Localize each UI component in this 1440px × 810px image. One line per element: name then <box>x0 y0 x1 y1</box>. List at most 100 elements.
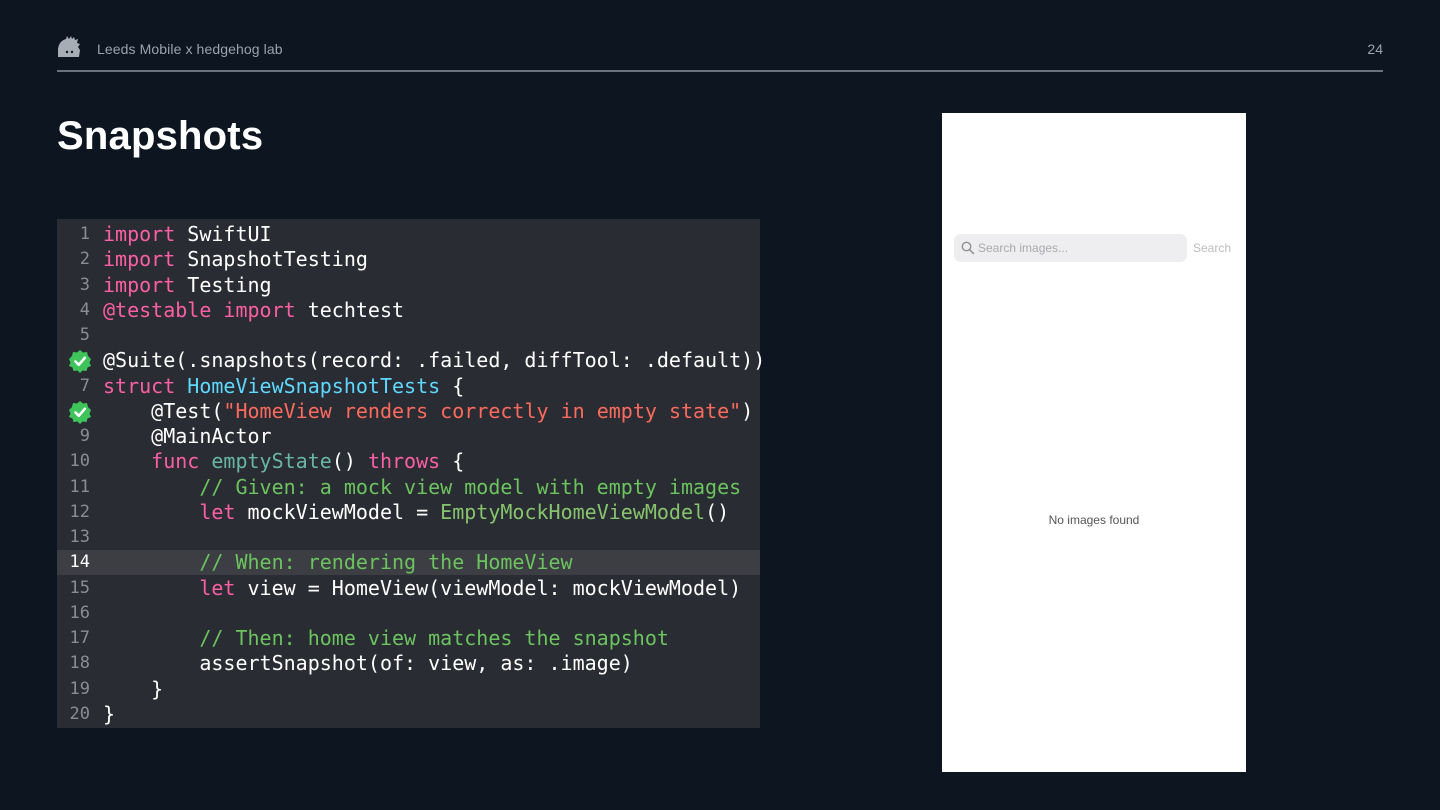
line-number: 3 <box>79 274 90 295</box>
code-text: @Suite(.snapshots(record: .failed, diffT… <box>103 348 765 373</box>
code-line: 9 @MainActor <box>57 424 760 449</box>
magnifier-icon <box>961 241 975 255</box>
code-line: @Suite(.snapshots(record: .failed, diffT… <box>57 348 765 374</box>
search-button[interactable]: Search <box>1193 241 1231 255</box>
code-text: assertSnapshot(of: view, as: .image) <box>103 651 633 676</box>
header-divider <box>57 70 1383 72</box>
page-number: 24 <box>1367 41 1383 57</box>
code-line: 4 @testable import techtest <box>57 298 760 323</box>
code-token: () <box>705 499 730 524</box>
code-line: 1 import SwiftUI <box>57 222 760 247</box>
line-number: 5 <box>79 325 90 345</box>
header-title: Leeds Mobile x hedgehog lab <box>97 41 283 57</box>
code-token: SnapshotTesting <box>175 247 368 272</box>
code-token: EmptyMockHomeViewModel <box>440 499 706 524</box>
code-text: func emptyState() throws { <box>103 449 464 474</box>
code-line: 14 // When: rendering the HomeView <box>57 550 760 576</box>
line-number: 2 <box>79 249 90 270</box>
code-line: 13 <box>57 525 760 550</box>
code-token: // When: rendering the HomeView <box>199 550 573 575</box>
code-line: 2 import SnapshotTesting <box>57 247 760 272</box>
code-token: techtest <box>295 297 405 322</box>
code-token: @testable <box>103 297 212 322</box>
code-line: 7 struct HomeViewSnapshotTests { <box>57 374 760 399</box>
code-token: throws <box>367 449 441 474</box>
search-placeholder: Search images... <box>978 241 1069 255</box>
code-token: mockViewModel = <box>235 499 441 524</box>
line-number: 13 <box>69 527 90 547</box>
code-line: 19 } <box>57 677 760 702</box>
code-token: func <box>151 449 200 474</box>
code-editor-panel: 1 import SwiftUI 2 import SnapshotTesting 3 i… <box>57 219 765 728</box>
line-number: 14 <box>69 552 90 573</box>
code-text: // Given: a mock view model with empty i… <box>103 475 741 500</box>
code-text: @testable import techtest <box>103 298 404 323</box>
test-passed-checkmark-icon[interactable] <box>68 400 92 424</box>
line-number: 20 <box>69 703 90 724</box>
code-text: let view = HomeView(viewModel: mockViewM… <box>103 576 741 601</box>
code-line: 15 let view = HomeView(viewModel: mockVi… <box>57 576 760 601</box>
code-text: // When: rendering the HomeView <box>103 550 573 575</box>
code-text: import Testing <box>103 273 272 298</box>
code-text: @MainActor <box>103 424 271 449</box>
code-token: Testing <box>175 272 272 297</box>
line-number: 10 <box>69 451 90 472</box>
code-line: 17 // Then: home view matches the snapsh… <box>57 626 760 651</box>
empty-state-message: No images found <box>1048 513 1140 527</box>
line-number: 1 <box>79 224 90 244</box>
code-text: @Test("HomeView renders correctly in emp… <box>103 399 753 424</box>
code-token: } <box>103 676 164 701</box>
code-token: { <box>440 373 465 398</box>
search-input[interactable]: Search images... <box>954 234 1187 262</box>
code-token: import <box>223 297 296 322</box>
code-token: struct <box>103 373 176 398</box>
code-token: SwiftUI <box>175 222 272 246</box>
code-line: 18 assertSnapshot(of: view, as: .image) <box>57 651 760 676</box>
code-token: let <box>199 499 236 524</box>
code-line: 20} <box>57 702 760 727</box>
code-text: } <box>103 702 115 727</box>
line-number: 18 <box>69 653 90 674</box>
code-token: import <box>103 222 176 246</box>
test-passed-checkmark-icon[interactable] <box>68 349 92 374</box>
code-token: } <box>103 701 116 726</box>
line-number: 17 <box>69 628 90 648</box>
code-token: import <box>103 272 176 297</box>
code-token: // Then: home view matches the snapshot <box>199 626 669 650</box>
code-text: import SwiftUI <box>103 222 272 247</box>
line-number: 19 <box>69 678 90 699</box>
code-line: 5 <box>57 323 760 348</box>
line-number: 7 <box>79 375 90 396</box>
code-line: 3 import Testing <box>57 273 760 298</box>
code-token: // Given: a mock view model with empty i… <box>199 474 742 499</box>
code-token: () <box>331 449 368 474</box>
line-number: 15 <box>69 577 90 598</box>
code-token: @Suite(.snapshots(record: .failed, diffT… <box>103 348 766 373</box>
code-line: 11 // Given: a mock view model with empt… <box>57 475 760 500</box>
code-token: view = HomeView(viewModel: mockViewModel… <box>235 575 742 600</box>
line-number: 4 <box>79 299 90 320</box>
code-line: @Test("HomeView renders correctly in emp… <box>57 399 760 424</box>
code-token: "HomeView renders correctly in empty sta… <box>223 398 742 423</box>
code-text: import SnapshotTesting <box>103 247 368 272</box>
code-text: // Then: home view matches the snapshot <box>103 626 669 651</box>
code-token: assertSnapshot(of: view, as: .image) <box>103 651 633 676</box>
line-number: 11 <box>69 476 90 497</box>
code-line: 16 <box>57 601 760 626</box>
snapshot-preview: Search images... Search No images found <box>942 113 1246 772</box>
code-token: let <box>199 575 236 600</box>
code-token: ) <box>741 398 754 423</box>
code-token: @Test( <box>103 398 224 423</box>
code-token: { <box>440 449 465 474</box>
hedgehog-icon <box>58 36 80 57</box>
line-number: 9 <box>79 426 90 446</box>
